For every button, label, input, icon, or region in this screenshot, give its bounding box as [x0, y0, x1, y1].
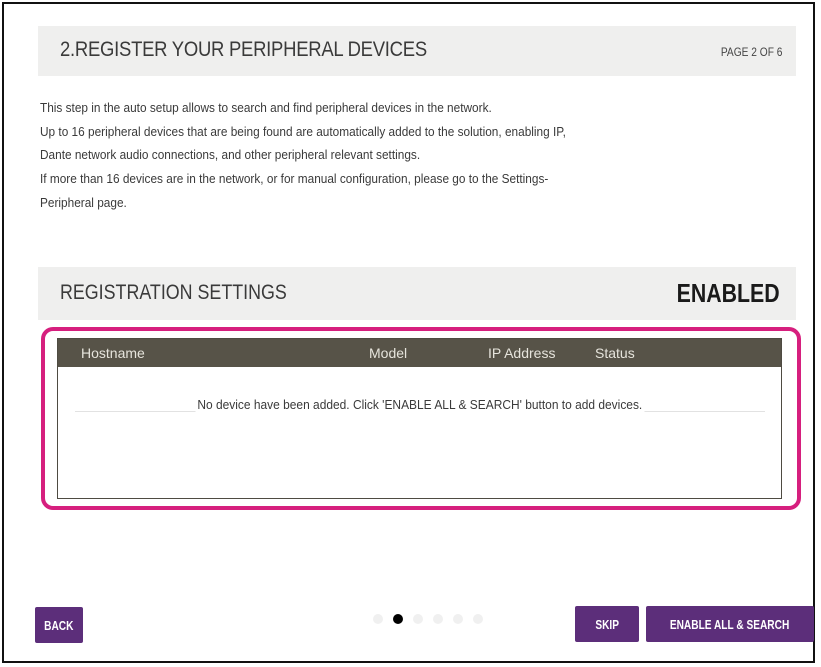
- enable-all-search-button-label: ENABLE ALL & SEARCH: [670, 616, 790, 632]
- page-dot[interactable]: [433, 614, 443, 624]
- page-dot[interactable]: [473, 614, 483, 624]
- empty-table-message-text: No device have been added. Click 'ENABLE…: [195, 397, 644, 412]
- step-header: 2.REGISTER YOUR PERIPHERAL DEVICES PAGE …: [38, 26, 796, 76]
- column-header-status[interactable]: Status: [595, 345, 635, 361]
- page-dot-active[interactable]: [393, 614, 403, 624]
- intro-line: This step in the auto setup allows to se…: [40, 100, 492, 115]
- registration-settings-title: REGISTRATION SETTINGS: [60, 281, 287, 304]
- registration-status: ENABLED: [676, 278, 780, 308]
- back-button[interactable]: BACK: [35, 607, 83, 643]
- empty-table-message: No device have been added. Click 'ENABLE…: [58, 397, 781, 412]
- skip-button-label: SKIP: [595, 616, 619, 632]
- registration-settings-header: REGISTRATION SETTINGS ENABLED: [38, 267, 796, 320]
- column-header-ip-address[interactable]: IP Address: [488, 345, 555, 361]
- page-dot[interactable]: [373, 614, 383, 624]
- table-header: Hostname Model IP Address Status: [58, 339, 781, 367]
- intro-line: Peripheral page.: [40, 194, 127, 210]
- column-header-model[interactable]: Model: [369, 345, 407, 361]
- skip-button[interactable]: SKIP: [575, 606, 639, 642]
- intro-line: If more than 16 devices are in the netwo…: [40, 171, 549, 187]
- intro-text: This step in the auto setup allows to se…: [40, 96, 780, 215]
- intro-line: Dante network audio connections, and oth…: [40, 147, 421, 163]
- device-table: Hostname Model IP Address Status No devi…: [57, 338, 782, 499]
- column-header-hostname[interactable]: Hostname: [81, 345, 145, 361]
- step-title: 2.REGISTER YOUR PERIPHERAL DEVICES: [60, 38, 427, 61]
- enable-all-search-button[interactable]: ENABLE ALL & SEARCH: [646, 606, 814, 642]
- page-dot[interactable]: [413, 614, 423, 624]
- back-button-label: BACK: [44, 617, 74, 633]
- intro-line: Up to 16 peripheral devices that are bei…: [40, 123, 566, 139]
- page-dot[interactable]: [453, 614, 463, 624]
- page-indicator: PAGE 2 OF 6: [720, 45, 782, 59]
